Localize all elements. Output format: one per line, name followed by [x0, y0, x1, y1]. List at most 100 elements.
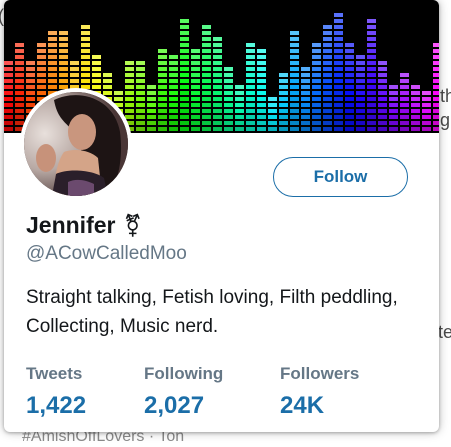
equalizer-segment	[290, 79, 299, 83]
equalizer-segment	[92, 67, 101, 71]
equalizer-segment	[367, 31, 376, 35]
equalizer-segment	[356, 73, 365, 77]
equalizer-segment	[257, 79, 266, 83]
equalizer-segment	[180, 121, 189, 125]
name-row: Jennifer ⚧	[26, 212, 142, 239]
equalizer-segment	[37, 49, 46, 53]
equalizer-segment	[312, 91, 321, 95]
equalizer-segment	[334, 67, 343, 71]
stat-tweets[interactable]: Tweets 1,422	[26, 364, 144, 420]
equalizer-segment	[290, 67, 299, 71]
equalizer-segment	[411, 115, 420, 119]
equalizer-segment	[15, 115, 24, 119]
equalizer-segment	[334, 37, 343, 41]
equalizer-segment	[334, 19, 343, 23]
avatar[interactable]	[20, 88, 132, 200]
equalizer-segment	[180, 91, 189, 95]
equalizer-segment	[246, 55, 255, 59]
equalizer-segment	[433, 55, 439, 59]
equalizer-segment	[169, 73, 178, 77]
equalizer-segment	[136, 85, 145, 89]
equalizer-segment	[202, 97, 211, 101]
equalizer-segment	[246, 43, 255, 47]
equalizer-segment	[268, 115, 277, 119]
equalizer-segment	[367, 127, 376, 131]
equalizer-segment	[15, 91, 24, 95]
equalizer-segment	[37, 91, 46, 95]
stat-value: 1,422	[26, 392, 87, 419]
equalizer-segment	[301, 73, 310, 77]
equalizer-segment	[246, 109, 255, 113]
equalizer-segment	[59, 67, 68, 71]
equalizer-segment	[224, 91, 233, 95]
equalizer-segment	[169, 127, 178, 131]
equalizer-segment	[213, 43, 222, 47]
equalizer-segment	[334, 31, 343, 35]
equalizer-segment	[15, 55, 24, 59]
equalizer-segment	[125, 97, 134, 101]
user-handle[interactable]: @ACowCalledMoo	[26, 243, 187, 265]
equalizer-segment	[191, 97, 200, 101]
equalizer-segment	[59, 61, 68, 65]
equalizer-segment	[257, 109, 266, 113]
equalizer-segment	[257, 91, 266, 95]
equalizer-segment	[268, 103, 277, 107]
equalizer-segment	[224, 97, 233, 101]
equalizer-segment	[301, 127, 310, 131]
equalizer-segment	[59, 49, 68, 53]
equalizer-segment	[345, 109, 354, 113]
equalizer-segment	[136, 67, 145, 71]
equalizer-segment	[356, 109, 365, 113]
equalizer-segment	[26, 73, 35, 77]
equalizer-segment	[180, 49, 189, 53]
follow-button[interactable]: Follow	[273, 157, 408, 197]
stat-followers[interactable]: Followers 24K	[280, 364, 390, 420]
equalizer-segment	[367, 49, 376, 53]
equalizer-segment	[191, 49, 200, 53]
equalizer-segment	[15, 49, 24, 53]
equalizer-segment	[323, 49, 332, 53]
equalizer-segment	[59, 43, 68, 47]
equalizer-segment	[257, 103, 266, 107]
equalizer-segment	[279, 79, 288, 83]
background-text-fragment: te	[438, 322, 451, 342]
equalizer-segment	[202, 43, 211, 47]
equalizer-segment	[345, 97, 354, 101]
equalizer-segment	[312, 49, 321, 53]
equalizer-segment	[400, 121, 409, 125]
equalizer-segment	[224, 79, 233, 83]
equalizer-segment	[367, 85, 376, 89]
equalizer-segment	[345, 103, 354, 107]
equalizer-segment	[367, 73, 376, 77]
display-name[interactable]: Jennifer	[26, 212, 115, 239]
equalizer-segment	[191, 121, 200, 125]
equalizer-segment	[147, 91, 156, 95]
equalizer-segment	[433, 109, 439, 113]
equalizer-segment	[125, 85, 134, 89]
equalizer-segment	[202, 61, 211, 65]
equalizer-segment	[279, 127, 288, 131]
equalizer-segment	[257, 55, 266, 59]
equalizer-segment	[136, 61, 145, 65]
equalizer-segment	[235, 109, 244, 113]
equalizer-segment	[136, 91, 145, 95]
equalizer-segment	[169, 91, 178, 95]
equalizer-segment	[356, 103, 365, 107]
equalizer-segment	[367, 109, 376, 113]
equalizer-segment	[356, 55, 365, 59]
equalizer-segment	[92, 85, 101, 89]
equalizer-segment	[158, 55, 167, 59]
equalizer-segment	[433, 67, 439, 71]
equalizer-segment	[158, 61, 167, 65]
equalizer-segment	[323, 97, 332, 101]
equalizer-segment	[334, 43, 343, 47]
equalizer-segment	[4, 79, 13, 83]
equalizer-segment	[191, 109, 200, 113]
equalizer-segment	[433, 121, 439, 125]
equalizer-segment	[301, 91, 310, 95]
equalizer-segment	[125, 109, 134, 113]
stat-following[interactable]: Following 2,027	[144, 364, 280, 420]
equalizer-segment	[279, 73, 288, 77]
equalizer-segment	[279, 115, 288, 119]
equalizer-segment	[290, 91, 299, 95]
